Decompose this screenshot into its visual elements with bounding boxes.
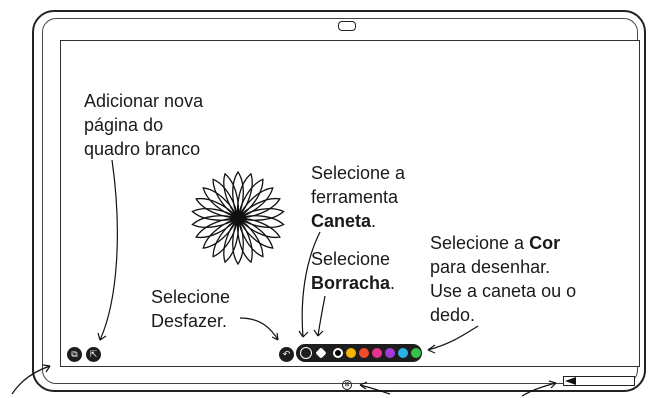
arrow-eraser bbox=[317, 295, 326, 337]
arrow-stylus bbox=[521, 382, 557, 397]
callout-arrows bbox=[11, 159, 576, 397]
arrow-pen bbox=[301, 231, 321, 338]
arrow-color bbox=[427, 325, 479, 351]
stylus-tip-icon bbox=[565, 377, 576, 385]
arrow-new-page bbox=[99, 159, 118, 341]
arrow-home bbox=[359, 384, 391, 395]
arrow-left-edge bbox=[11, 365, 51, 395]
